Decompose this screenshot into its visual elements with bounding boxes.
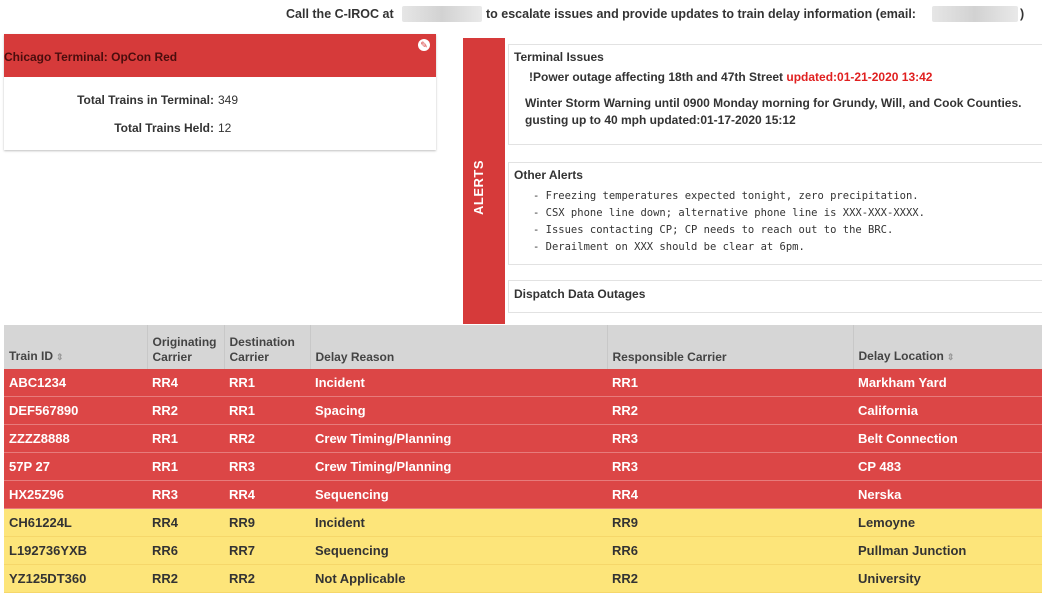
cell-originating-carrier: RR4 — [147, 369, 224, 397]
cell-delay-location: CP 483 — [853, 452, 1042, 481]
cell-train-id: HX25Z96 — [4, 480, 147, 509]
banner-suffix: ) — [1020, 7, 1025, 21]
table-row[interactable]: L192736YXB RR6 RR7 Sequencing RR6 Pullman Jun… — [4, 536, 1042, 565]
cell-originating-carrier: RR1 — [147, 452, 224, 481]
dispatch-outages-title: Dispatch Data Outages — [514, 287, 646, 301]
alert-item: - Freezing temperatures expected tonight… — [533, 190, 919, 202]
sort-icon[interactable]: ⇕ — [56, 352, 64, 362]
cell-responsible-carrier: RR3 — [607, 452, 853, 481]
cell-delay-reason: Sequencing — [310, 536, 607, 565]
table-row[interactable]: DEF567890 RR2 RR1 Spacing RR2 California — [4, 396, 1042, 425]
alert-item: - Derailment on XXX should be clear at 6… — [533, 241, 805, 253]
dispatch-outages-panel[interactable]: Dispatch Data Outages — [508, 280, 1042, 313]
stat-label-trains-held: Total Trains Held: — [114, 121, 214, 135]
col-delay-reason[interactable]: Delay Reason — [310, 325, 608, 369]
stat-value-total-trains: 349 — [218, 93, 239, 107]
table-row[interactable]: 57P 27 RR1 RR3 Crew Timing/Planning RR3 CP 48… — [4, 452, 1042, 481]
cell-delay-reason: Crew Timing/Planning — [310, 452, 607, 481]
cell-destination-carrier: RR2 — [224, 564, 310, 593]
pencil-icon[interactable]: ✎ — [418, 39, 430, 51]
redacted-email — [932, 6, 1018, 22]
col-destination-carrier[interactable]: Destination Carrier — [224, 325, 311, 369]
table-body: ABC1234 RR4 RR1 Incident RR1 Markham Yard DEF5… — [4, 369, 1042, 593]
cell-delay-reason: Incident — [310, 508, 607, 537]
col-delay-location[interactable]: Delay Location ⇕ — [853, 325, 1042, 369]
cell-responsible-carrier: RR1 — [607, 369, 853, 397]
col-responsible-carrier[interactable]: Responsible Carrier — [607, 325, 854, 369]
terminal-issues-title: Terminal Issues — [514, 50, 604, 64]
terminal-header: Chicago Terminal: OpCon Red ✎ — [4, 34, 436, 77]
cell-destination-carrier: RR4 — [224, 480, 310, 509]
stat-value-trains-held: 12 — [218, 121, 232, 135]
cell-responsible-carrier: RR2 — [607, 564, 853, 593]
cell-train-id: 57P 27 — [4, 452, 147, 481]
cell-responsible-carrier: RR2 — [607, 396, 853, 425]
cell-originating-carrier: RR2 — [147, 564, 224, 593]
cell-train-id: DEF567890 — [4, 396, 147, 425]
cell-responsible-carrier: RR9 — [607, 508, 853, 537]
table-row[interactable]: YZ125DT360 RR2 RR2 Not Applicable RR2 Univers… — [4, 564, 1042, 593]
cell-originating-carrier: RR2 — [147, 396, 224, 425]
issue-winter-storm: Winter Storm Warning until 0900 Monday m… — [525, 96, 1022, 110]
table-header-row: Train ID ⇕ Originating Carrier Destination… — [4, 325, 1042, 369]
cell-destination-carrier: RR9 — [224, 508, 310, 537]
cell-delay-reason: Spacing — [310, 396, 607, 425]
cell-train-id: ABC1234 — [4, 369, 147, 397]
cell-train-id: L192736YXB — [4, 536, 147, 565]
cell-delay-location: California — [853, 396, 1042, 425]
cell-originating-carrier: RR6 — [147, 536, 224, 565]
issue-power-outage: !Power outage affecting 18th and 47th St… — [529, 70, 932, 84]
alerts-tab[interactable]: ALERTS — [463, 38, 505, 324]
cell-delay-location: Lemoyne — [853, 508, 1042, 537]
redacted-phone — [402, 6, 482, 22]
cell-destination-carrier: RR3 — [224, 452, 310, 481]
cell-destination-carrier: RR2 — [224, 424, 310, 453]
cell-responsible-carrier: RR4 — [607, 480, 853, 509]
cell-destination-carrier: RR1 — [224, 369, 310, 397]
cell-train-id: YZ125DT360 — [4, 564, 147, 593]
alert-item: - Issues contacting CP; CP needs to reac… — [533, 224, 894, 236]
terminal-title: Chicago Terminal: OpCon Red — [4, 50, 178, 64]
issue-winter-storm-cont: gusting up to 40 mph updated:01-17-2020 … — [525, 113, 796, 127]
issue-power-outage-updated: updated:01-21-2020 13:42 — [786, 70, 933, 84]
cell-delay-location: Belt Connection — [853, 424, 1042, 453]
cell-responsible-carrier: RR6 — [607, 536, 853, 565]
cell-originating-carrier: RR1 — [147, 424, 224, 453]
cell-delay-reason: Sequencing — [310, 480, 607, 509]
cell-originating-carrier: RR4 — [147, 508, 224, 537]
cell-delay-reason: Crew Timing/Planning — [310, 424, 607, 453]
table-row[interactable]: ZZZZ8888 RR1 RR2 Crew Timing/Planning RR3 Bel… — [4, 424, 1042, 453]
cell-delay-reason: Not Applicable — [310, 564, 607, 593]
table-row[interactable]: ABC1234 RR4 RR1 Incident RR1 Markham Yard — [4, 369, 1042, 397]
cell-train-id: CH61224L — [4, 508, 147, 537]
banner-prefix: Call the C-IROC at — [286, 7, 394, 21]
train-delay-table: Train ID ⇕ Originating Carrier Destination… — [4, 325, 1042, 593]
cell-originating-carrier: RR3 — [147, 480, 224, 509]
cell-responsible-carrier: RR3 — [607, 424, 853, 453]
alerts-tab-label: ALERTS — [471, 160, 486, 216]
table-row[interactable]: CH61224L RR4 RR9 Incident RR9 Lemoyne — [4, 508, 1042, 537]
cell-delay-location: Nerska — [853, 480, 1042, 509]
alert-item: - CSX phone line down; alternative phone… — [533, 207, 925, 219]
cell-destination-carrier: RR7 — [224, 536, 310, 565]
escalation-banner: Call the C-IROC at to escalate issues an… — [0, 4, 1042, 26]
col-train-id[interactable]: Train ID ⇕ — [4, 325, 148, 369]
banner-middle: to escalate issues and provide updates t… — [486, 7, 916, 21]
col-originating-carrier[interactable]: Originating Carrier — [147, 325, 225, 369]
cell-train-id: ZZZZ8888 — [4, 424, 147, 453]
issue-power-outage-text: !Power outage affecting 18th and 47th St… — [529, 70, 787, 84]
other-alerts-title: Other Alerts — [514, 168, 583, 182]
other-alerts-panel[interactable]: Other Alerts - Freezing temperatures exp… — [508, 162, 1042, 265]
terminal-card: Chicago Terminal: OpCon Red ✎ Total Trai… — [4, 34, 436, 150]
sort-icon[interactable]: ⇕ — [947, 352, 955, 362]
cell-delay-location: Markham Yard — [853, 369, 1042, 397]
terminal-issues-panel[interactable]: Terminal Issues !Power outage affecting … — [508, 44, 1042, 145]
stat-label-total-trains: Total Trains in Terminal: — [77, 93, 214, 107]
cell-delay-location: University — [853, 564, 1042, 593]
table-row[interactable]: HX25Z96 RR3 RR4 Sequencing RR4 Nerska — [4, 480, 1042, 509]
cell-destination-carrier: RR1 — [224, 396, 310, 425]
cell-delay-location: Pullman Junction — [853, 536, 1042, 565]
cell-delay-reason: Incident — [310, 369, 607, 397]
